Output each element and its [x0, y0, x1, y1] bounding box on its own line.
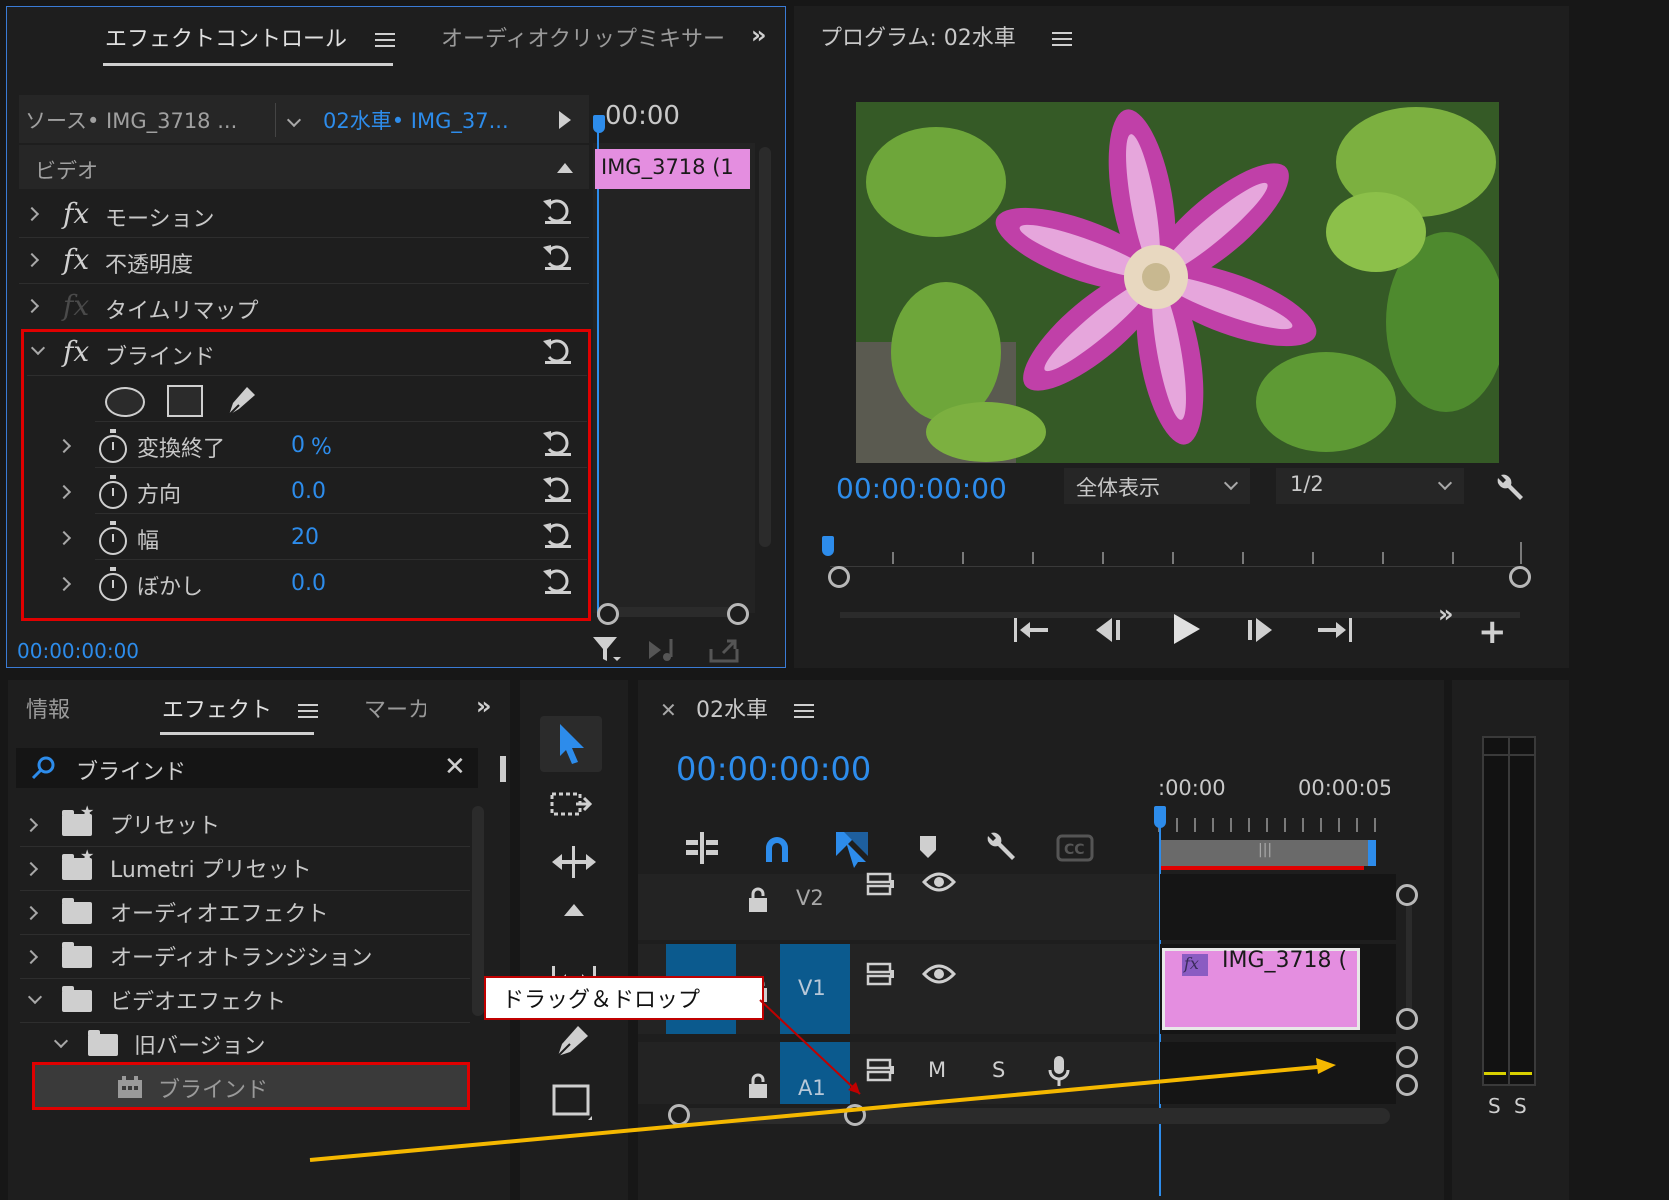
annotation-arrows — [309, 999, 1336, 1162]
